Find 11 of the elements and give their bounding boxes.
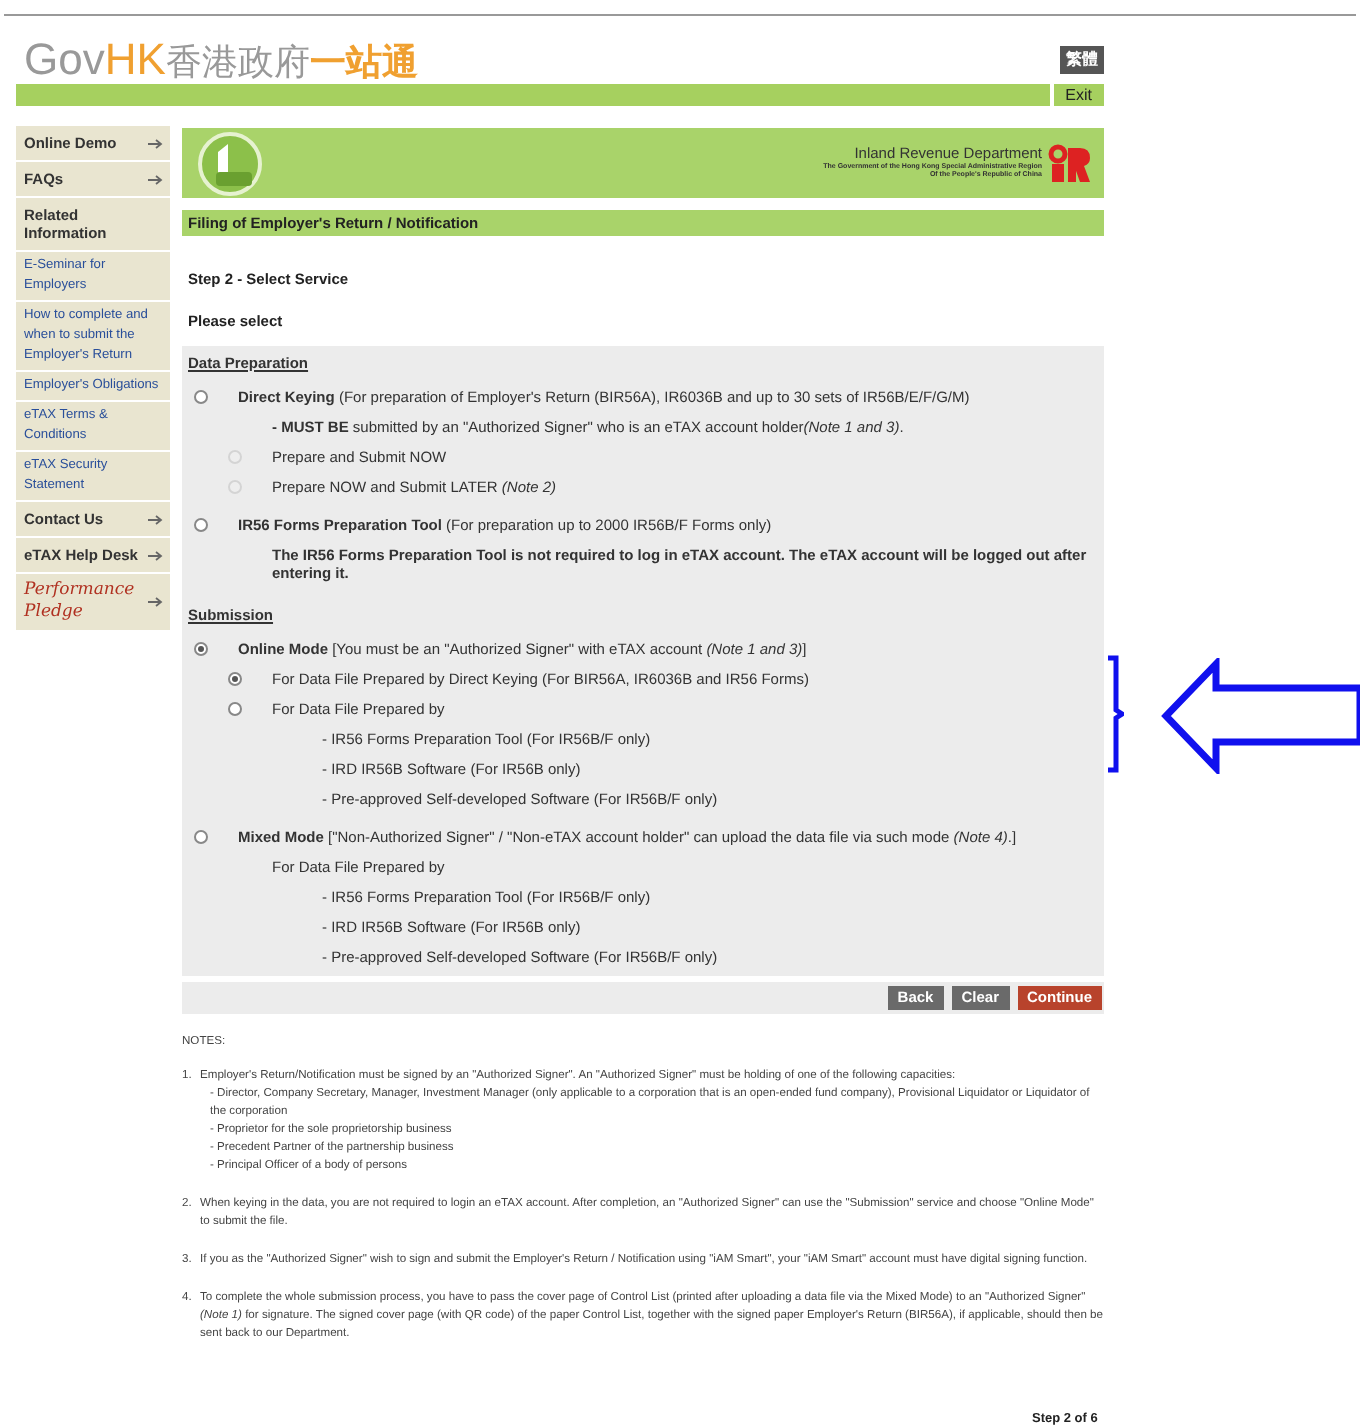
radio-button[interactable] [228,702,242,716]
radio-button[interactable] [194,830,208,844]
exit-button[interactable]: Exit [1053,84,1104,106]
radio-button[interactable] [194,642,208,656]
radio-button[interactable] [194,389,208,404]
radio-button[interactable] [194,517,208,532]
bracket-annotation [1104,654,1124,774]
radio-button[interactable] [228,672,242,686]
ird-logo-icon [1048,143,1092,183]
language-button[interactable]: 繁體 [1060,46,1104,74]
etax-logo-icon [194,131,266,195]
